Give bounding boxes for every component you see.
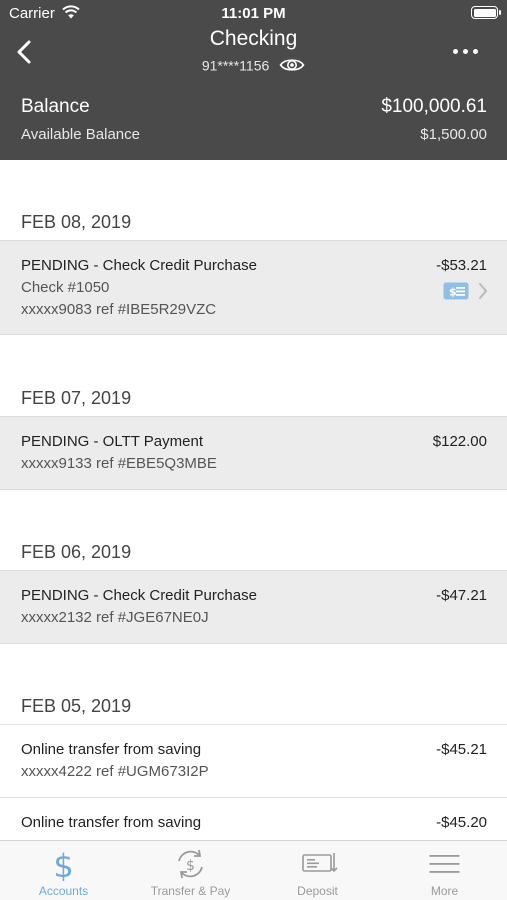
status-bar: Carrier 11:01 PM [0, 0, 507, 28]
transaction-ref: xxxxx9083 ref #IBE5R29VZC [21, 301, 217, 318]
transaction-description: PENDING - Check Credit Purchase [21, 257, 257, 274]
transaction-row[interactable]: PENDING - OLTT Payment xxxxx9133 ref #EB… [0, 416, 507, 490]
tab-label: More [430, 884, 459, 898]
available-balance-label: Available Balance [21, 126, 140, 143]
transaction-amount: -$53.21 [436, 257, 487, 274]
date-header: FEB 06, 2019 [21, 542, 132, 562]
tab-transfer-pay[interactable]: $ Transfer & Pay [127, 841, 254, 900]
tab-more[interactable]: More [381, 841, 507, 900]
balance-label: Balance [21, 96, 90, 117]
date-header: FEB 05, 2019 [21, 696, 132, 716]
menu-lines-icon [429, 855, 460, 873]
transaction-description: PENDING - Check Credit Purchase [21, 587, 257, 604]
svg-text:$: $ [449, 286, 457, 299]
eye-icon[interactable] [279, 57, 305, 73]
date-header: FEB 08, 2019 [21, 212, 132, 232]
balance-value: $100,000.61 [381, 96, 487, 117]
transaction-description: Online transfer from saving [21, 814, 202, 831]
account-number-row: 91****1156 [0, 56, 507, 73]
clock: 11:01 PM [221, 5, 286, 22]
transfer-cycle-icon: $ [178, 849, 203, 879]
transaction-amount: $122.00 [432, 433, 487, 450]
more-options-icon[interactable] [453, 49, 479, 55]
account-number: 91****1156 [201, 57, 270, 74]
check-number: Check #1050 [21, 279, 110, 296]
dollar-icon: $ [53, 847, 73, 881]
svg-text:$: $ [53, 847, 73, 881]
transaction-amount: -$45.21 [436, 741, 487, 758]
transaction-row[interactable]: Online transfer from saving xxxxx4222 re… [0, 724, 507, 798]
tab-label: Deposit [297, 884, 338, 898]
transaction-ref: xxxxx9133 ref #EBE5Q3MBE [21, 455, 217, 472]
check-image-icon[interactable]: $ [443, 282, 469, 300]
date-header: FEB 07, 2019 [21, 388, 132, 408]
transaction-amount: -$45.20 [436, 814, 487, 831]
tab-bar: $ Accounts $ Transfer & Pay Deposit More [0, 840, 507, 900]
tab-deposit[interactable]: Deposit [254, 841, 381, 900]
tab-accounts[interactable]: $ Accounts [0, 841, 127, 900]
transaction-description: Online transfer from saving [21, 741, 202, 758]
page-title: Checking [209, 27, 298, 50]
tab-label: Transfer & Pay [150, 884, 231, 898]
transaction-row[interactable]: PENDING - Check Credit Purchase xxxxx213… [0, 570, 507, 644]
transaction-row[interactable]: PENDING - Check Credit Purchase Check #1… [0, 240, 507, 335]
account-header: Carrier 11:01 PM Checking 91****1156 Bal… [0, 0, 507, 160]
chevron-right-icon [479, 283, 488, 299]
transaction-description: PENDING - OLTT Payment [21, 433, 203, 450]
available-balance-value: $1,500.00 [420, 126, 487, 143]
battery-icon [471, 6, 501, 19]
tab-label: Accounts [38, 884, 89, 898]
transaction-row[interactable]: Online transfer from saving -$45.20 [0, 797, 507, 840]
transaction-ref: xxxxx2132 ref #JGE67NE0J [21, 609, 209, 626]
transaction-amount: -$47.21 [436, 587, 487, 604]
check-deposit-icon [302, 853, 338, 873]
transaction-list[interactable]: FEB 08, 2019 PENDING - Check Credit Purc… [0, 160, 507, 840]
svg-text:$: $ [186, 858, 195, 874]
transaction-ref: xxxxx4222 ref #UGM673I2P [21, 763, 209, 780]
